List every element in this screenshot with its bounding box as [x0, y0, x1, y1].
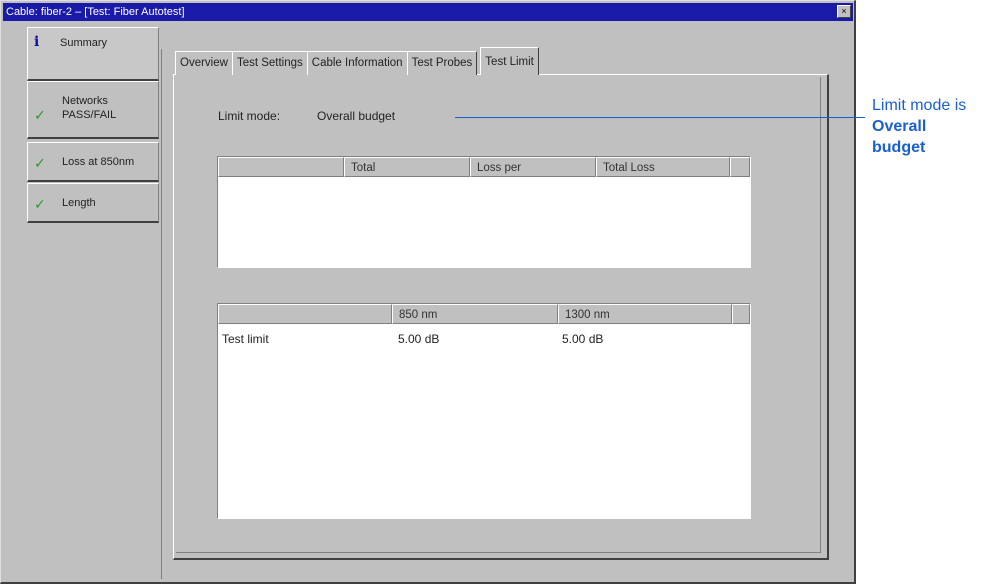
callout-line-1: Limit mode is [872, 97, 967, 114]
tab-test-settings[interactable]: Test Settings [231, 51, 308, 75]
title-bar: Cable: fiber-2 – [Test: Fiber Autotest] … [3, 3, 853, 21]
callout-line-3: budget [872, 139, 926, 156]
side-tab-label: Length [62, 197, 96, 209]
loss-table[interactable]: Total Loss per Total Loss [217, 156, 751, 268]
value-850nm: 5.00 dB [398, 332, 440, 346]
check-icon: ✓ [34, 155, 46, 171]
column-header[interactable]: 1300 nm [558, 304, 732, 324]
side-tab-label: Summary [60, 37, 108, 49]
column-header[interactable]: Total Loss [596, 157, 730, 177]
column-header[interactable] [730, 157, 750, 177]
callout-line-2: Overall [872, 118, 927, 135]
close-icon[interactable]: × [837, 5, 851, 18]
side-tab-summary[interactable]: i Summary [27, 27, 159, 81]
side-tab-length[interactable]: ✓ Length [27, 183, 159, 223]
value-1300nm: 5.00 dB [562, 332, 604, 346]
column-header[interactable] [218, 157, 344, 177]
callout-text: Limit mode is Overall budget [872, 95, 992, 158]
limit-mode-value: Overall budget [317, 109, 396, 123]
row-label: Test limit [222, 332, 269, 346]
check-icon: ✓ [34, 196, 46, 212]
app-window: Cable: fiber-2 – [Test: Fiber Autotest] … [0, 0, 856, 584]
test-limit-table[interactable]: 850 nm 1300 nm Test limit 5.00 dB 5.00 d… [217, 303, 751, 519]
test-limit-table-header: 850 nm 1300 nm [218, 304, 750, 324]
tab-test-limit[interactable]: Test Limit [480, 47, 539, 75]
side-tab-label: Loss at 850nm [62, 156, 135, 168]
tab-test-probes[interactable]: Test Probes [406, 51, 478, 75]
side-tab-label: Networks PASS/FAIL [62, 95, 117, 121]
top-tab-strip: Overview Test Settings Cable Information Te… [175, 47, 539, 75]
limit-mode-label: Limit mode: [218, 109, 281, 123]
callout-line [455, 117, 865, 118]
column-header[interactable]: 850 nm [392, 304, 558, 324]
info-icon: i [34, 34, 40, 50]
tab-cable-information[interactable]: Cable Information [306, 51, 408, 75]
side-tab-networks[interactable]: ✓ Networks PASS/FAIL [27, 81, 159, 139]
tab-overview[interactable]: Overview [175, 51, 233, 75]
check-icon: ✓ [34, 107, 46, 123]
loss-table-header: Total Loss per Total Loss [218, 157, 750, 177]
side-tab-divider [161, 49, 162, 579]
side-tab-loss-850[interactable]: ✓ Loss at 850nm [27, 142, 159, 182]
column-header[interactable] [732, 304, 750, 324]
column-header[interactable]: Loss per [470, 157, 596, 177]
column-header[interactable] [218, 304, 392, 324]
column-header[interactable]: Total [344, 157, 470, 177]
window-title: Cable: fiber-2 – [Test: Fiber Autotest] [6, 6, 185, 18]
